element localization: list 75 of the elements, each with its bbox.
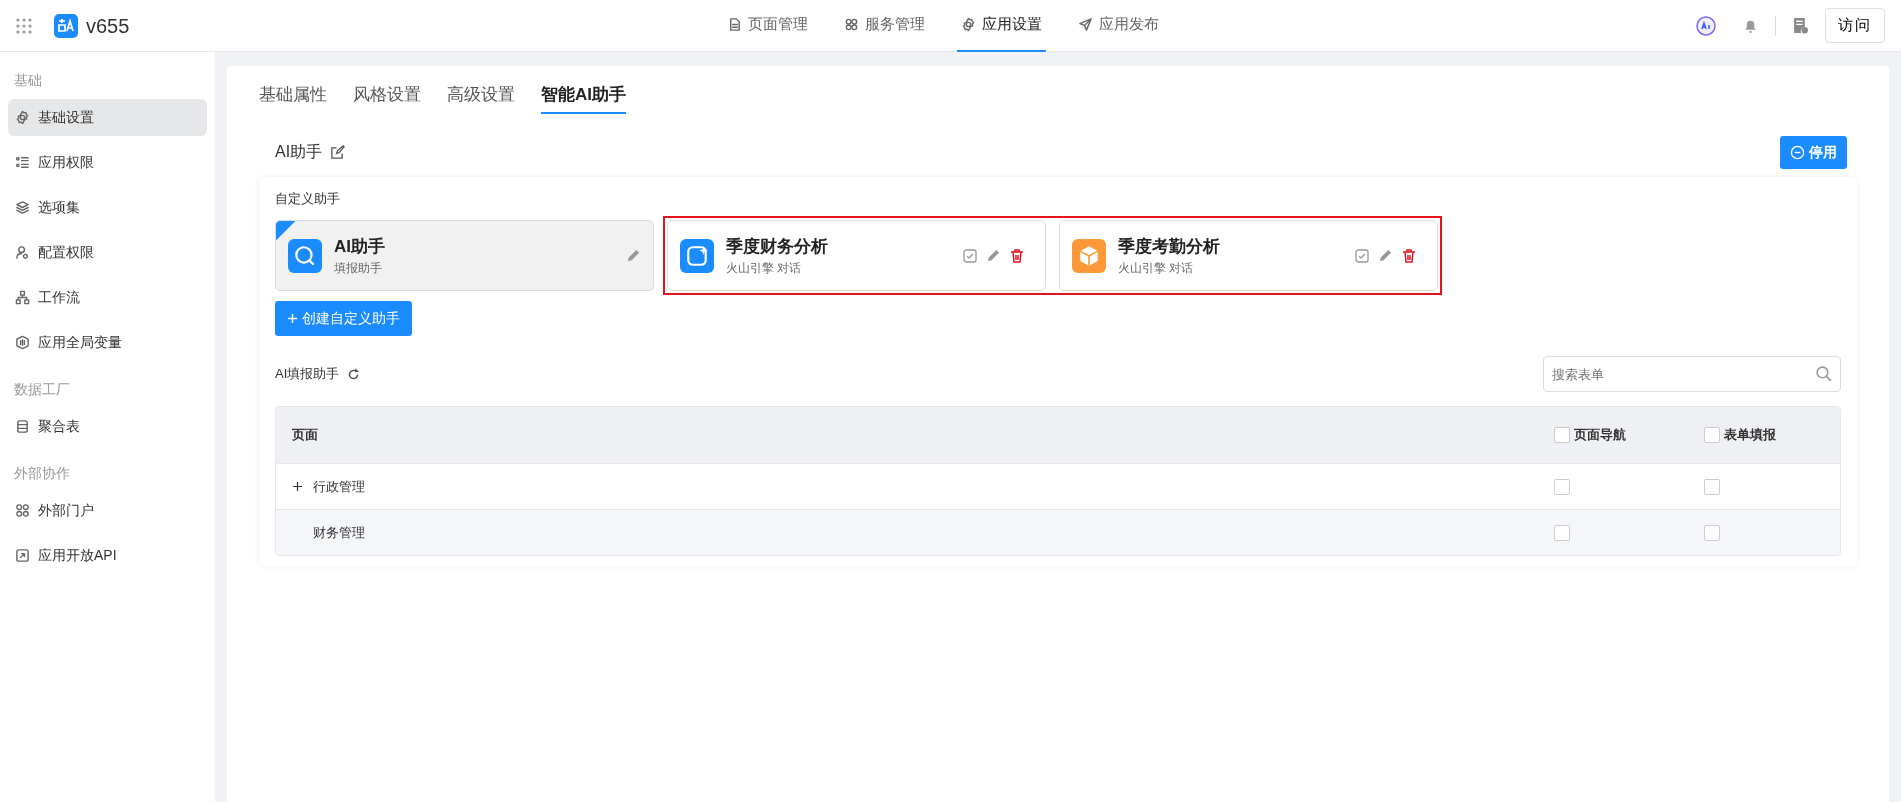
link-icon: [15, 548, 30, 563]
pencil-icon[interactable]: [626, 248, 641, 263]
card-title: 季度财务分析: [726, 235, 829, 258]
refresh-icon[interactable]: [347, 367, 361, 381]
database-icon: [15, 419, 30, 434]
column-header: 表单填报: [1724, 426, 1776, 445]
apps-icon: [15, 503, 30, 518]
checkbox[interactable]: [1704, 524, 1720, 541]
settings-tab[interactable]: 智能AI助手: [541, 78, 626, 114]
settings-icon: [960, 17, 976, 32]
section-title: 自定义助手: [275, 189, 341, 208]
assistant-card[interactable]: AI助手 填报助手: [275, 220, 654, 291]
expand-icon[interactable]: [292, 481, 303, 492]
checkbox[interactable]: [1554, 524, 1570, 541]
ai-badge-icon[interactable]: [1696, 15, 1716, 36]
table-cell-text: 行政管理: [313, 477, 365, 496]
sidebar-heading: 基础: [13, 71, 43, 90]
sidebar-heading: 数据工厂: [13, 380, 71, 399]
table-cell-text: 财务管理: [313, 523, 365, 542]
sidebar-item[interactable]: 聚合表: [8, 408, 207, 445]
user-icon: [15, 245, 30, 260]
settings-icon: [15, 110, 30, 125]
nav-tab[interactable]: 服务管理: [839, 0, 929, 52]
sidebar-heading: 外部协作: [13, 464, 71, 483]
sidebar-item[interactable]: 选项集: [8, 189, 207, 226]
edit-icon[interactable]: [330, 144, 346, 160]
hierarchy-icon: [15, 290, 30, 305]
pencil-icon[interactable]: [1378, 248, 1393, 263]
report-icon[interactable]: [1792, 17, 1809, 34]
checkbox[interactable]: [1704, 478, 1720, 495]
card-title: 季度考勤分析: [1118, 235, 1221, 258]
assistant-card[interactable]: 季度财务分析 火山引擎 对话: [667, 220, 1046, 291]
nav-tab[interactable]: 应用发布: [1073, 0, 1163, 52]
column-header: 页面导航: [1574, 426, 1626, 445]
nav-tab[interactable]: 页面管理: [722, 0, 812, 52]
checkbox[interactable]: [1554, 478, 1570, 495]
sidebar-item[interactable]: 工作流: [8, 279, 207, 316]
checkbox[interactable]: [1554, 427, 1570, 443]
visit-button[interactable]: 访问: [1825, 8, 1885, 43]
minus-circle-icon: [1790, 144, 1805, 160]
checkbox-icon[interactable]: [1354, 247, 1370, 264]
card-subtitle: 填报助手: [334, 260, 383, 278]
app-name: v655: [86, 13, 130, 39]
nav-tab[interactable]: 应用设置: [956, 0, 1046, 52]
sidebar-item[interactable]: 应用权限: [8, 144, 207, 181]
search-field[interactable]: 搜索表单: [1543, 356, 1841, 392]
assistant-title: AI助手: [275, 142, 323, 162]
search-icon: [1815, 365, 1832, 382]
sidebar-item[interactable]: 外部门户: [8, 492, 207, 529]
section-title: AI填报助手: [275, 365, 340, 384]
grid-icon: [843, 17, 859, 32]
app-logo-icon: [54, 13, 78, 38]
sidebar-item[interactable]: 应用全局变量: [8, 324, 207, 361]
checkbox-icon[interactable]: [962, 247, 978, 264]
sidebar-item[interactable]: 应用开放API: [8, 537, 207, 574]
apps-grid-icon[interactable]: [16, 17, 32, 34]
plus-icon: [287, 313, 298, 324]
card-title: AI助手: [334, 235, 386, 258]
paper-plane-icon: [1077, 17, 1093, 32]
column-header: 页面: [292, 426, 318, 445]
layers-icon: [15, 200, 30, 215]
sidebar-item[interactable]: 基础设置: [8, 99, 207, 136]
card-subtitle: 火山引擎 对话: [1118, 260, 1195, 278]
card-subtitle: 火山引擎 对话: [726, 260, 803, 278]
settings-tab[interactable]: 风格设置: [353, 78, 421, 114]
delete-icon[interactable]: [1009, 247, 1025, 264]
delete-icon[interactable]: [1401, 247, 1417, 264]
assistant-card[interactable]: 季度考勤分析 火山引擎 对话: [1059, 220, 1438, 291]
list-icon: [15, 155, 30, 170]
checkbox[interactable]: [1704, 427, 1720, 443]
settings-tab[interactable]: 基础属性: [259, 78, 327, 114]
sidebar-item[interactable]: 配置权限: [8, 234, 207, 271]
shield-icon: [15, 335, 30, 350]
settings-tab[interactable]: 高级设置: [447, 78, 515, 114]
pencil-icon[interactable]: [986, 248, 1001, 263]
